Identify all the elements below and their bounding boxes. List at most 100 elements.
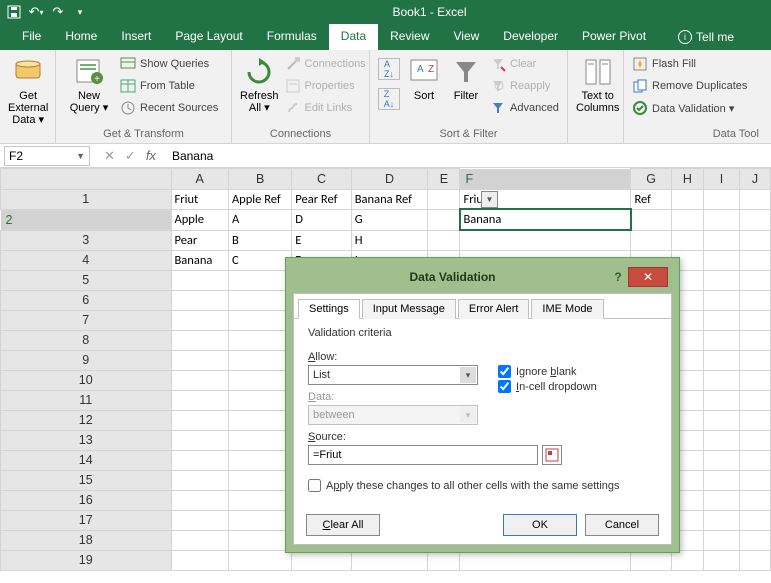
cell-J8[interactable] xyxy=(740,330,771,350)
cell-I9[interactable] xyxy=(703,350,739,370)
cell-A19[interactable] xyxy=(171,550,228,570)
col-header-E[interactable]: E xyxy=(428,169,460,190)
cell-I3[interactable] xyxy=(703,230,739,250)
cell-I11[interactable] xyxy=(703,390,739,410)
cell-A3[interactable]: Pear xyxy=(171,230,228,250)
source-input[interactable] xyxy=(308,445,538,465)
text-to-columns-button[interactable]: Text to Columns xyxy=(576,54,619,114)
cell-A4[interactable]: Banana xyxy=(171,250,228,270)
cell-E19[interactable] xyxy=(428,550,460,570)
cell-A15[interactable] xyxy=(171,470,228,490)
cell-A18[interactable] xyxy=(171,530,228,550)
cell-B9[interactable] xyxy=(228,350,291,370)
apply-all-input[interactable] xyxy=(308,479,321,492)
row-header-2[interactable]: 2 xyxy=(1,210,171,230)
undo-icon[interactable]: ↶▾ xyxy=(28,4,44,20)
sort-az-button[interactable]: AZ↓ xyxy=(378,54,400,84)
cell-B2[interactable]: A xyxy=(228,209,291,230)
remove-duplicates-button[interactable]: Remove Duplicates xyxy=(632,76,747,96)
cell-J9[interactable] xyxy=(740,350,771,370)
cell-I8[interactable] xyxy=(703,330,739,350)
col-header-F[interactable]: F xyxy=(460,169,630,189)
refresh-all-button[interactable]: Refresh All ▾ xyxy=(240,54,279,114)
cell-dropdown-button[interactable]: ▼ xyxy=(481,191,498,208)
cell-B4[interactable]: C xyxy=(228,250,291,270)
cell-A16[interactable] xyxy=(171,490,228,510)
cell-B19[interactable] xyxy=(228,550,291,570)
cell-J16[interactable] xyxy=(740,490,771,510)
cell-A7[interactable] xyxy=(171,310,228,330)
save-icon[interactable] xyxy=(6,4,22,20)
col-header-A[interactable]: A xyxy=(171,169,228,190)
cell-G1[interactable]: Ref xyxy=(631,189,671,209)
tab-pagelayout[interactable]: Page Layout xyxy=(163,24,254,50)
row-header-17[interactable]: 17 xyxy=(1,510,172,530)
recent-sources-button[interactable]: Recent Sources xyxy=(120,98,218,118)
apply-all-checkbox[interactable]: Apply these changes to all other cells w… xyxy=(308,479,657,492)
cell-C3[interactable]: E xyxy=(292,230,351,250)
cell-B5[interactable] xyxy=(228,270,291,290)
cell-J5[interactable] xyxy=(740,270,771,290)
cell-J10[interactable] xyxy=(740,370,771,390)
cell-I7[interactable] xyxy=(703,310,739,330)
col-header-C[interactable]: C xyxy=(292,169,351,190)
cell-D1[interactable]: Banana Ref xyxy=(351,189,428,209)
cell-I2[interactable] xyxy=(703,209,739,230)
get-external-data-button[interactable]: Get External Data ▾ xyxy=(8,54,48,126)
ok-button[interactable]: OK xyxy=(503,514,577,536)
cell-G2[interactable] xyxy=(631,209,671,230)
col-header-G[interactable]: G xyxy=(631,169,671,190)
cell-I12[interactable] xyxy=(703,410,739,430)
dialog-help-icon[interactable]: ? xyxy=(608,270,628,284)
row-header-16[interactable]: 16 xyxy=(1,490,172,510)
cell-B1[interactable]: Apple Ref xyxy=(228,189,291,209)
tab-formulas[interactable]: Formulas xyxy=(255,24,329,50)
cell-J12[interactable] xyxy=(740,410,771,430)
cell-J14[interactable] xyxy=(740,450,771,470)
cell-J2[interactable] xyxy=(740,209,771,230)
new-query-button[interactable]: +New Query ▾ xyxy=(64,54,114,114)
cancel-button[interactable]: Cancel xyxy=(585,514,659,536)
cell-A12[interactable] xyxy=(171,410,228,430)
row-header-10[interactable]: 10 xyxy=(1,370,172,390)
cell-A6[interactable] xyxy=(171,290,228,310)
cell-C19[interactable] xyxy=(292,550,351,570)
row-header-4[interactable]: 4 xyxy=(1,250,172,270)
cell-C1[interactable]: Pear Ref xyxy=(292,189,351,209)
row-header-19[interactable]: 19 xyxy=(1,550,172,570)
cell-B13[interactable] xyxy=(228,430,291,450)
cell-G3[interactable] xyxy=(631,230,671,250)
tab-review[interactable]: Review xyxy=(378,24,441,50)
dlg-tab-imemode[interactable]: IME Mode xyxy=(531,299,603,319)
col-header-D[interactable]: D xyxy=(351,169,428,190)
cell-A2[interactable]: Apple xyxy=(171,209,228,230)
row-header-5[interactable]: 5 xyxy=(1,270,172,290)
cell-I16[interactable] xyxy=(703,490,739,510)
from-table-button[interactable]: From Table xyxy=(120,76,218,96)
name-box-dropdown-icon[interactable]: ▼ xyxy=(76,151,85,161)
sort-za-button[interactable]: ZA↓ xyxy=(378,84,400,114)
col-header-H[interactable]: H xyxy=(671,169,703,190)
cell-H19[interactable] xyxy=(671,550,703,570)
cell-F3[interactable] xyxy=(460,230,631,250)
tab-powerpivot[interactable]: Power Pivot xyxy=(570,24,658,50)
cell-E3[interactable] xyxy=(428,230,460,250)
range-picker-icon[interactable] xyxy=(542,445,562,465)
cell-G19[interactable] xyxy=(631,550,671,570)
cell-I14[interactable] xyxy=(703,450,739,470)
cell-B16[interactable] xyxy=(228,490,291,510)
tab-view[interactable]: View xyxy=(442,24,492,50)
cell-B18[interactable] xyxy=(228,530,291,550)
ignore-blank-input[interactable] xyxy=(498,365,511,378)
cell-A5[interactable] xyxy=(171,270,228,290)
cell-B6[interactable] xyxy=(228,290,291,310)
cell-A13[interactable] xyxy=(171,430,228,450)
cell-F19[interactable] xyxy=(460,550,631,570)
cell-I15[interactable] xyxy=(703,470,739,490)
name-box[interactable]: F2▼ xyxy=(4,146,90,166)
cell-I4[interactable] xyxy=(703,250,739,270)
cell-I19[interactable] xyxy=(703,550,739,570)
cell-J18[interactable] xyxy=(740,530,771,550)
cell-I10[interactable] xyxy=(703,370,739,390)
cell-D19[interactable] xyxy=(351,550,428,570)
